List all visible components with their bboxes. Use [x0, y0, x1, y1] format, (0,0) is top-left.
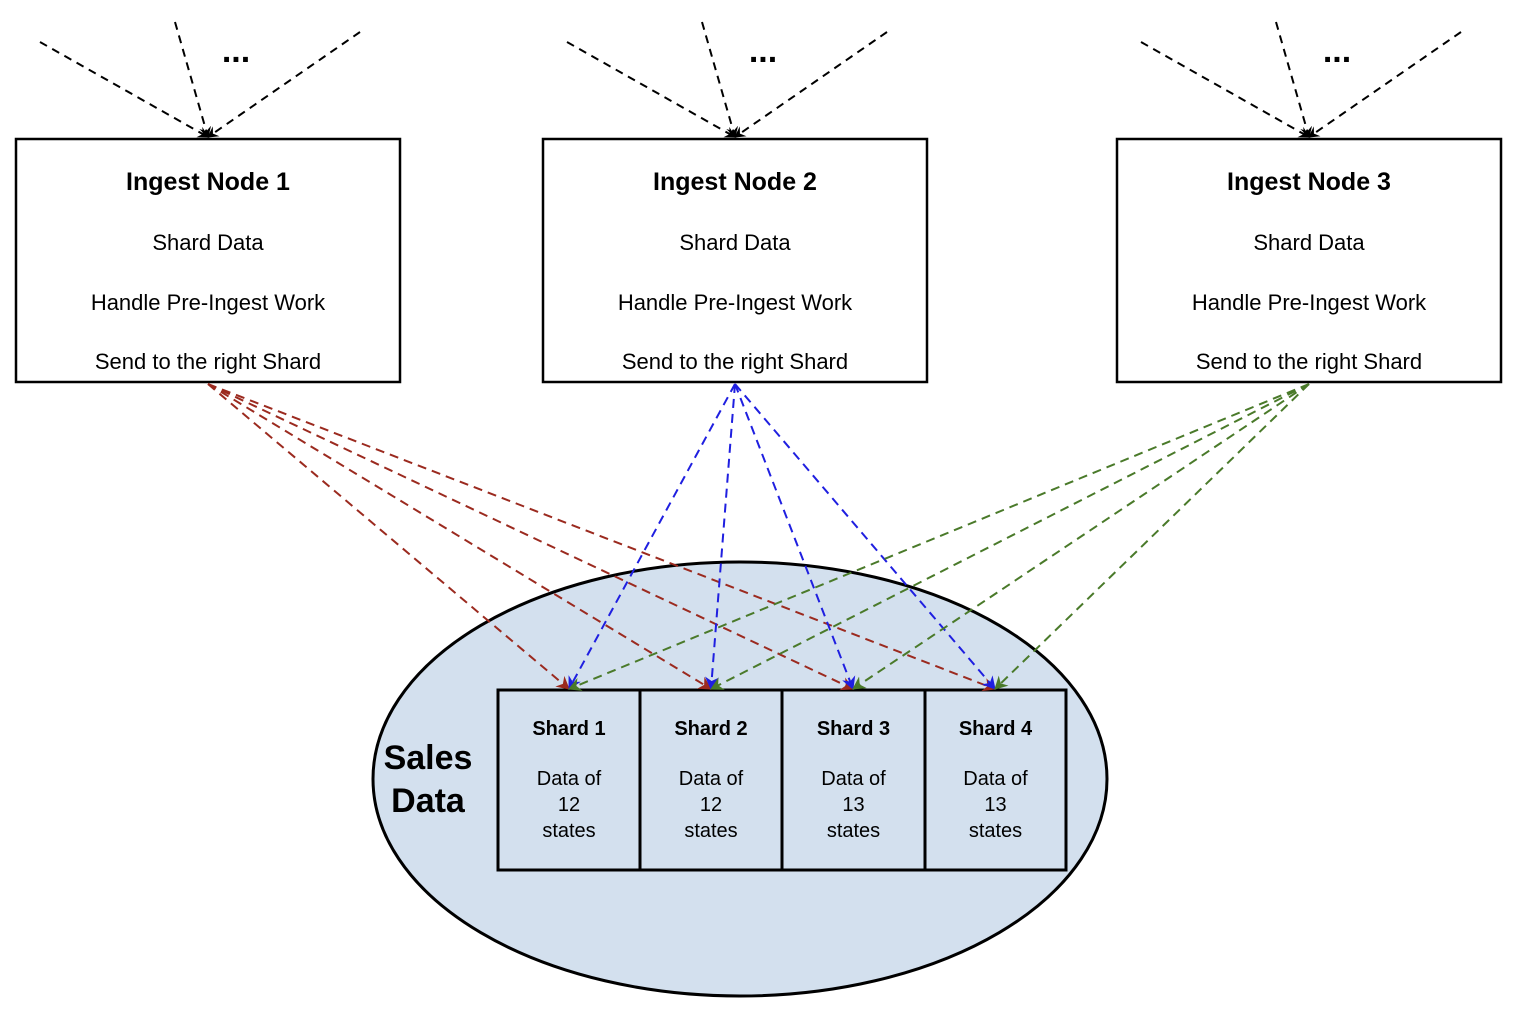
ingest-node-line: Shard Data [152, 230, 264, 255]
database-label-line1: Sales [384, 739, 473, 777]
ingest-node-line: Handle Pre-Ingest Work [91, 290, 326, 315]
route-edge-node3-shard4 [994, 383, 1310, 690]
shard-3: Shard 3 Data of 13 states [780, 688, 927, 872]
shard-1: Shard 1 Data of 12 states [496, 688, 642, 872]
shard-unit: states [684, 820, 737, 842]
ingest-node-line: Send to the right Shard [95, 349, 321, 374]
shard-title: Shard 2 [674, 718, 747, 740]
ingest-node-line: Shard Data [679, 230, 791, 255]
ingest-node-line: Send to the right Shard [1196, 349, 1422, 374]
incoming-request-arrow [566, 41, 736, 138]
incoming-request-arrow [1275, 21, 1313, 138]
shard-state-count: 12 [558, 794, 580, 816]
shard-state-count: 13 [842, 794, 864, 816]
database-label-line2: Data [391, 782, 466, 820]
ingest-node-3: Ingest Node 3 Shard Data Handle Pre-Ingest… [1115, 137, 1503, 384]
ingest-node-line: Shard Data [1253, 230, 1365, 255]
shard-title: Shard 4 [959, 718, 1033, 740]
shard-description: Data of [821, 768, 886, 790]
more-sources-ellipsis: ... [1323, 32, 1351, 70]
ingest-node-line: Handle Pre-Ingest Work [618, 290, 853, 315]
sharding-diagram: Sales Data Shard 1Data of12statesShard 2… [14, 21, 1503, 998]
incoming-request-arrow [701, 21, 739, 138]
more-sources-ellipsis: ... [222, 32, 250, 70]
ingest-node-title: Ingest Node 2 [653, 168, 817, 196]
ingest-node-1: Ingest Node 1 Shard Data Handle Pre-Ingest… [14, 137, 402, 384]
route-edge-node3-shard3 [852, 383, 1310, 690]
shard-state-count: 12 [700, 794, 722, 816]
shard-4: Shard 4 Data of 13 states [923, 688, 1068, 872]
ingest-node-2: Ingest Node 2 Shard Data Handle Pre-Ingest… [541, 137, 929, 384]
shard-title: Shard 3 [817, 718, 890, 740]
shard-title: Shard 1 [532, 718, 605, 740]
incoming-request-arrow [39, 41, 209, 138]
shard-description: Data of [679, 768, 744, 790]
shard-2: Shard 2 Data of 12 states [638, 688, 784, 872]
shard-unit: states [827, 820, 880, 842]
more-sources-ellipsis: ... [749, 32, 777, 70]
ingest-node-line: Handle Pre-Ingest Work [1192, 290, 1427, 315]
shard-unit: states [542, 820, 595, 842]
incoming-request-arrow [1140, 41, 1310, 138]
ingest-node-title: Ingest Node 1 [126, 168, 290, 196]
shard-description: Data of [537, 768, 602, 790]
shard-state-count: 13 [984, 794, 1006, 816]
shard-description: Data of [963, 768, 1028, 790]
ingest-node-line: Send to the right Shard [622, 349, 848, 374]
shard-unit: states [969, 820, 1022, 842]
ingest-node-title: Ingest Node 3 [1227, 168, 1391, 196]
incoming-request-arrow [174, 21, 212, 138]
